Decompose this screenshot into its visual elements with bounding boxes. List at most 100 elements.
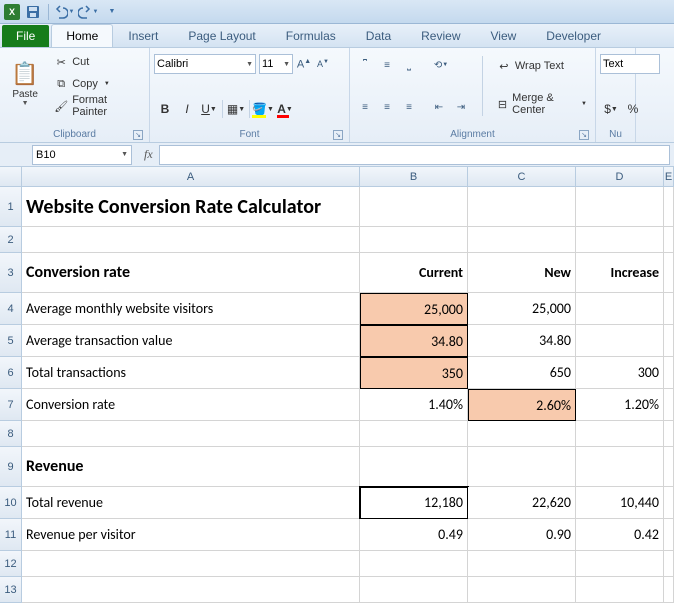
- select-all-corner[interactable]: [0, 167, 22, 187]
- cell-E4[interactable]: [664, 293, 674, 325]
- cell-C7[interactable]: 2.60%: [468, 389, 576, 421]
- cell-D11[interactable]: 0.42: [576, 519, 664, 551]
- increase-font-button[interactable]: A▲: [296, 54, 312, 74]
- column-header-A[interactable]: A: [22, 167, 360, 187]
- cell-A4[interactable]: Average monthly website visitors: [22, 293, 360, 325]
- column-header-E[interactable]: E: [664, 167, 674, 187]
- align-center-button[interactable]: ≡: [376, 96, 398, 118]
- align-middle-button[interactable]: ≡: [376, 54, 398, 76]
- cell-C1[interactable]: [468, 187, 576, 227]
- tab-insert[interactable]: Insert: [113, 24, 173, 47]
- cell-A3[interactable]: Conversion rate: [22, 253, 360, 293]
- cell-C4[interactable]: 25,000: [468, 293, 576, 325]
- format-painter-button[interactable]: 🖌Format Painter: [50, 96, 145, 116]
- column-header-C[interactable]: C: [468, 167, 576, 187]
- cell-A11[interactable]: Revenue per visitor: [22, 519, 360, 551]
- row-header-11[interactable]: 11: [0, 519, 22, 551]
- cell-A10[interactable]: Total revenue: [22, 487, 360, 519]
- row-header-7[interactable]: 7: [0, 389, 22, 421]
- tab-developer[interactable]: Developer: [531, 24, 616, 47]
- cell-A13[interactable]: [22, 577, 360, 603]
- cell-D4[interactable]: [576, 293, 664, 325]
- cell-B12[interactable]: [360, 551, 468, 577]
- cell-D10[interactable]: 10,440: [576, 487, 664, 519]
- row-header-2[interactable]: 2: [0, 227, 22, 253]
- cell-B5[interactable]: 34.80: [360, 325, 468, 357]
- row-header-3[interactable]: 3: [0, 253, 22, 293]
- cell-D13[interactable]: [576, 577, 664, 603]
- name-box[interactable]: B10 ▼: [32, 145, 132, 165]
- cell-E3[interactable]: [664, 253, 674, 293]
- increase-indent-button[interactable]: ⇥: [450, 96, 472, 118]
- cell-A8[interactable]: [22, 421, 360, 447]
- copy-button[interactable]: ⧉Copy▼: [50, 74, 145, 94]
- bold-button[interactable]: B: [154, 98, 176, 120]
- cell-E12[interactable]: [664, 551, 674, 577]
- underline-button[interactable]: U▼: [198, 98, 220, 120]
- row-header-8[interactable]: 8: [0, 421, 22, 447]
- cell-E5[interactable]: [664, 325, 674, 357]
- cell-B8[interactable]: [360, 421, 468, 447]
- cell-D8[interactable]: [576, 421, 664, 447]
- cell-E13[interactable]: [664, 577, 674, 603]
- cell-E1[interactable]: [664, 187, 674, 227]
- cell-C10[interactable]: 22,620: [468, 487, 576, 519]
- number-format-select[interactable]: Text: [600, 54, 660, 74]
- qat-customize-button[interactable]: ▼: [101, 2, 123, 22]
- tab-data[interactable]: Data: [351, 24, 406, 47]
- font-size-select[interactable]: 11▼: [259, 54, 293, 74]
- cell-C5[interactable]: 34.80: [468, 325, 576, 357]
- cell-B13[interactable]: [360, 577, 468, 603]
- cell-D7[interactable]: 1.20%: [576, 389, 664, 421]
- row-header-10[interactable]: 10: [0, 487, 22, 519]
- dialog-launcher-icon[interactable]: ↘: [579, 130, 589, 140]
- qat-redo-button[interactable]: ▼: [77, 2, 99, 22]
- cell-D2[interactable]: [576, 227, 664, 253]
- font-color-button[interactable]: A▼: [274, 98, 296, 120]
- align-bottom-button[interactable]: ⎵: [398, 54, 420, 76]
- chevron-down-icon[interactable]: ▼: [121, 151, 128, 158]
- cell-A9[interactable]: Revenue: [22, 447, 360, 487]
- row-header-12[interactable]: 12: [0, 551, 22, 577]
- cell-A1[interactable]: Website Conversion Rate Calculator: [22, 187, 360, 227]
- cell-A2[interactable]: [22, 227, 360, 253]
- cell-C11[interactable]: 0.90: [468, 519, 576, 551]
- column-header-B[interactable]: B: [360, 167, 468, 187]
- orientation-button[interactable]: ⟲▼: [428, 54, 454, 76]
- row-header-9[interactable]: 9: [0, 447, 22, 487]
- row-header-1[interactable]: 1: [0, 187, 22, 227]
- cell-E6[interactable]: [664, 357, 674, 389]
- row-header-13[interactable]: 13: [0, 577, 22, 603]
- cell-B11[interactable]: 0.49: [360, 519, 468, 551]
- cell-D1[interactable]: [576, 187, 664, 227]
- decrease-indent-button[interactable]: ⇤: [428, 96, 450, 118]
- cell-A6[interactable]: Total transactions: [22, 357, 360, 389]
- merge-center-button[interactable]: ⊟Merge & Center▼: [493, 94, 591, 114]
- cell-E10[interactable]: [664, 487, 674, 519]
- cell-D5[interactable]: [576, 325, 664, 357]
- decrease-font-button[interactable]: A▼: [315, 54, 331, 74]
- row-header-4[interactable]: 4: [0, 293, 22, 325]
- row-header-5[interactable]: 5: [0, 325, 22, 357]
- cell-B7[interactable]: 1.40%: [360, 389, 468, 421]
- cell-C3[interactable]: New: [468, 253, 576, 293]
- cell-D6[interactable]: 300: [576, 357, 664, 389]
- cell-C12[interactable]: [468, 551, 576, 577]
- tab-review[interactable]: Review: [406, 24, 475, 47]
- dialog-launcher-icon[interactable]: ↘: [133, 130, 143, 140]
- cell-D9[interactable]: [576, 447, 664, 487]
- cell-E11[interactable]: [664, 519, 674, 551]
- tab-file[interactable]: File: [2, 25, 49, 47]
- formula-input[interactable]: [159, 145, 670, 165]
- cell-E7[interactable]: [664, 389, 674, 421]
- cell-D3[interactable]: Increase: [576, 253, 664, 293]
- font-name-select[interactable]: Calibri▼: [154, 54, 256, 74]
- fx-icon[interactable]: fx: [144, 147, 153, 162]
- qat-undo-button[interactable]: ▼: [53, 2, 75, 22]
- tab-view[interactable]: View: [476, 24, 532, 47]
- cell-C6[interactable]: 650: [468, 357, 576, 389]
- cell-C13[interactable]: [468, 577, 576, 603]
- dialog-launcher-icon[interactable]: ↘: [333, 130, 343, 140]
- tab-page-layout[interactable]: Page Layout: [173, 24, 270, 47]
- cut-button[interactable]: ✂Cut: [50, 52, 145, 72]
